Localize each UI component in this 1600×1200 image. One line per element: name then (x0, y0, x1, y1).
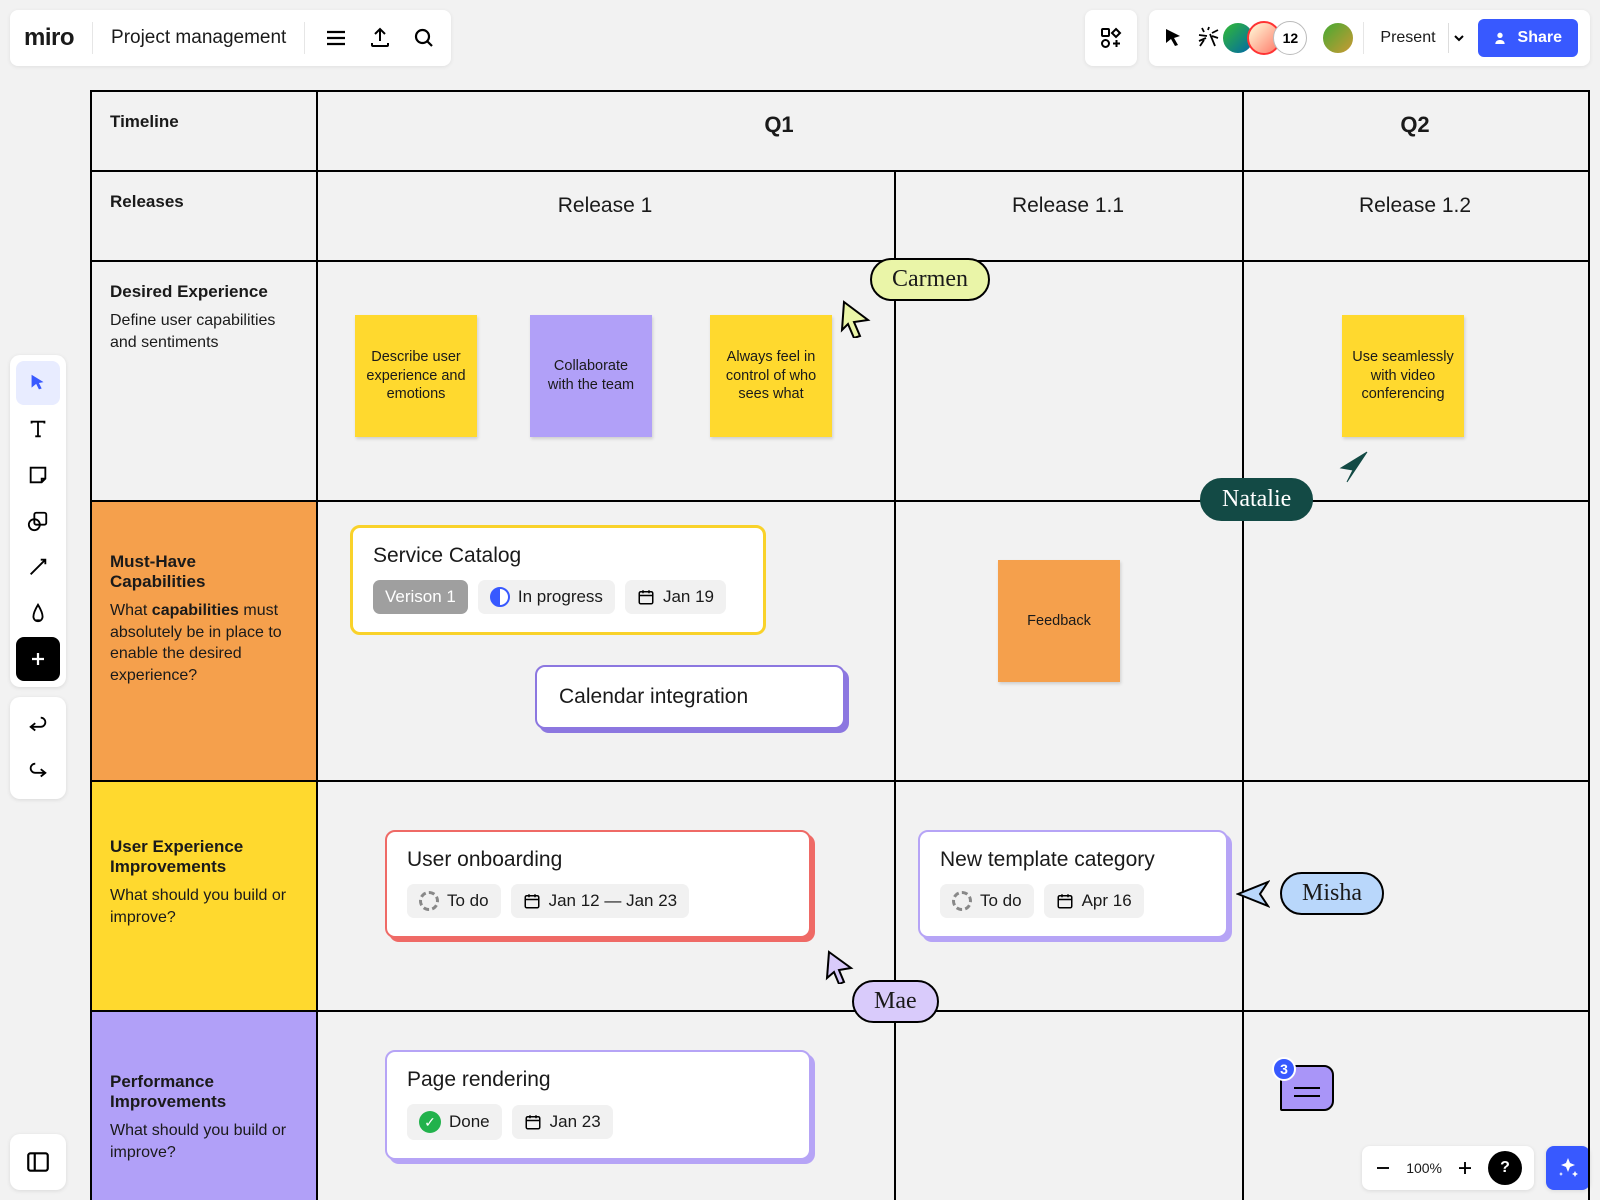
top-bar: miro Project management 12 (10, 10, 1590, 66)
board-title[interactable]: Project management (111, 27, 286, 49)
card-title: Page rendering (407, 1068, 789, 1092)
comment-lines-icon (1294, 1087, 1320, 1089)
search-icon[interactable] (411, 25, 437, 51)
tool-stack-history (10, 697, 66, 799)
present-button[interactable]: Present (1372, 29, 1439, 47)
card-calendar-integration[interactable]: Calendar integration (535, 665, 845, 729)
topbar-left-group: miro Project management (10, 10, 451, 66)
text-tool[interactable] (16, 407, 60, 451)
undo-button[interactable] (16, 703, 60, 747)
card-title: Service Catalog (373, 544, 743, 568)
card-user-onboarding[interactable]: User onboarding To do Jan 12 — Jan 23 (385, 830, 811, 938)
status-todo-icon (419, 891, 439, 911)
share-button[interactable]: Share (1478, 19, 1578, 57)
hamburger-icon[interactable] (323, 25, 349, 51)
present-label: Present (1380, 29, 1435, 47)
row-label-perf-title: Performance Improvements (110, 1072, 296, 1112)
card-service-catalog[interactable]: Service Catalog Verison 1 In progress Ja… (350, 525, 766, 635)
sticky-note[interactable]: Collaborate with the team (530, 315, 652, 437)
card-date[interactable]: Jan 12 — Jan 23 (511, 884, 690, 918)
card-date[interactable]: Jan 23 (512, 1105, 613, 1139)
col-q1: Q1 (316, 90, 1242, 138)
card-status[interactable]: ✓Done (407, 1104, 502, 1140)
pen-tool[interactable] (16, 591, 60, 635)
collaboration-group: 12 Present Share (1149, 10, 1590, 66)
col-q2: Q2 (1242, 90, 1588, 138)
status-done-icon: ✓ (419, 1111, 441, 1133)
sticky-note[interactable]: Always feel in control of who sees what (710, 315, 832, 437)
comment-thread[interactable]: 3 (1280, 1065, 1334, 1111)
avatar-overflow-count[interactable]: 12 (1273, 21, 1307, 55)
card-tag[interactable]: Verison 1 (373, 580, 468, 614)
cursor-label-natalie: Natalie (1200, 478, 1313, 521)
topbar-right-group: 12 Present Share (1085, 10, 1590, 66)
cursor-pointer-icon (825, 950, 855, 984)
cursor-pointer-icon (1236, 880, 1270, 910)
cursor-pointer-icon (840, 300, 872, 338)
card-status[interactable]: To do (407, 884, 501, 918)
left-toolbar (10, 355, 66, 799)
panels-button[interactable] (10, 1134, 66, 1190)
card-title: Calendar integration (559, 685, 821, 709)
row-label-must-title: Must-Have Capabilities (110, 552, 296, 592)
row-label-ux-title: User Experience Improvements (110, 837, 296, 877)
present-dropdown[interactable] (1448, 23, 1470, 53)
sticky-note[interactable]: Describe user experience and emotions (355, 315, 477, 437)
comment-count-badge: 3 (1272, 1057, 1296, 1081)
row-label-perf-sub: What should you build or improve? (110, 1120, 296, 1163)
row-label-desired-title: Desired Experience (110, 282, 296, 302)
redo-button[interactable] (16, 749, 60, 793)
reactions-icon[interactable] (1195, 25, 1221, 51)
card-title: User onboarding (407, 848, 789, 872)
row-label-releases: Releases (110, 192, 296, 212)
line-tool[interactable] (16, 545, 60, 589)
sticky-note[interactable]: Use seamlessly with video conferencing (1342, 315, 1464, 437)
cursor-label-mae: Mae (852, 980, 939, 1023)
col-release11: Release 1.1 (894, 170, 1242, 218)
card-new-template[interactable]: New template category To do Apr 16 (918, 830, 1228, 938)
roadmap-board[interactable]: Timeline Q1 Q2 Releases Release 1 Releas… (90, 90, 1590, 1200)
share-label: Share (1518, 29, 1562, 47)
sticky-tool[interactable] (16, 453, 60, 497)
apps-button[interactable] (1085, 10, 1137, 66)
sticky-note[interactable]: Feedback (998, 560, 1120, 682)
card-date[interactable]: Apr 16 (1044, 884, 1144, 918)
row-label-desired-sub: Define user capabilities and sentiments (110, 310, 296, 353)
avatar-self[interactable] (1321, 21, 1355, 55)
row-label-ux-sub: What should you build or improve? (110, 885, 296, 928)
divider (304, 22, 305, 54)
status-half-icon (490, 587, 510, 607)
app-logo[interactable]: miro (24, 24, 74, 52)
shape-tool[interactable] (16, 499, 60, 543)
card-date[interactable]: Jan 19 (625, 580, 726, 614)
cursor-mode-icon[interactable] (1161, 25, 1187, 51)
card-status[interactable]: To do (940, 884, 1034, 918)
card-status[interactable]: In progress (478, 580, 615, 614)
col-release12: Release 1.2 (1242, 170, 1588, 218)
more-tools[interactable] (16, 637, 60, 681)
export-icon[interactable] (367, 25, 393, 51)
select-tool[interactable] (16, 361, 60, 405)
row-label-must-sub: What capabilities must absolutely be in … (110, 600, 296, 686)
tool-stack-main (10, 355, 66, 687)
collaborator-avatars[interactable]: 12 (1229, 21, 1307, 55)
status-todo-icon (952, 891, 972, 911)
cursor-label-misha: Misha (1280, 872, 1384, 915)
canvas[interactable]: Timeline Q1 Q2 Releases Release 1 Releas… (80, 80, 1600, 1200)
divider (1363, 22, 1364, 54)
divider (92, 22, 93, 54)
cursor-pointer-icon (1335, 450, 1369, 484)
card-title: New template category (940, 848, 1206, 872)
row-label-timeline: Timeline (110, 112, 296, 132)
card-page-rendering[interactable]: Page rendering ✓Done Jan 23 (385, 1050, 811, 1160)
col-release1: Release 1 (316, 170, 894, 218)
cursor-label-carmen: Carmen (870, 258, 990, 301)
